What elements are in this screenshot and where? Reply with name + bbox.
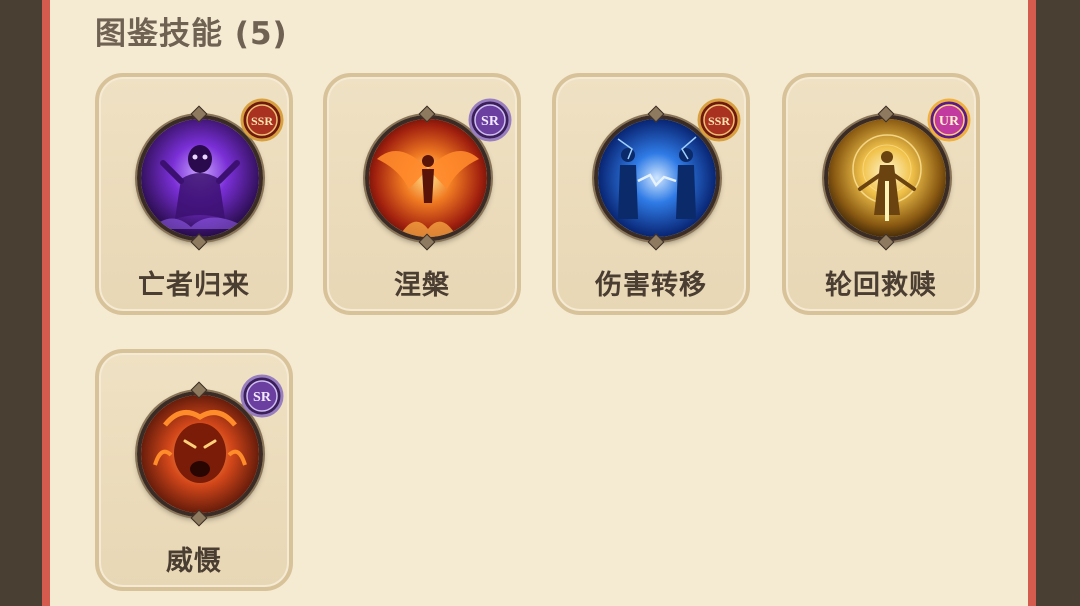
ssr-rarity-badge-icon: SSR — [239, 97, 285, 143]
skill-card-lunhuijiushu[interactable]: UR 轮回救赎 — [782, 73, 980, 315]
svg-text:SR: SR — [481, 114, 500, 129]
skill-card-weishe[interactable]: SR 威慑 — [95, 349, 293, 591]
skill-card-shanghaizhuanyi[interactable]: SSR 伤害转移 — [552, 73, 750, 315]
panel-frame-left — [42, 0, 50, 606]
skill-name: 涅槃 — [394, 270, 450, 301]
panel-frame-right — [1028, 0, 1036, 606]
skill-name: 轮回救赎 — [825, 270, 937, 301]
svg-text:SSR: SSR — [708, 114, 730, 128]
skill-count: (5) — [234, 16, 288, 52]
svg-text:SSR: SSR — [251, 114, 273, 128]
ssr-rarity-badge-icon: SSR — [696, 97, 742, 143]
section-title: 图鉴技能 (5) — [95, 8, 288, 53]
sr-rarity-badge-icon: SR — [467, 97, 513, 143]
svg-text:UR: UR — [939, 114, 960, 129]
skill-name: 威慑 — [166, 546, 222, 577]
skill-card-niepan[interactable]: SR 涅槃 — [323, 73, 521, 315]
skill-name: 亡者归来 — [138, 270, 250, 301]
skill-card-wangzheguilai[interactable]: SSR 亡者归来 — [95, 73, 293, 315]
section-title-text: 图鉴技能 — [95, 16, 223, 52]
sr-rarity-badge-icon: SR — [239, 373, 285, 419]
skill-name: 伤害转移 — [595, 270, 707, 301]
svg-text:SR: SR — [253, 390, 272, 405]
ur-rarity-badge-icon: UR — [926, 97, 972, 143]
